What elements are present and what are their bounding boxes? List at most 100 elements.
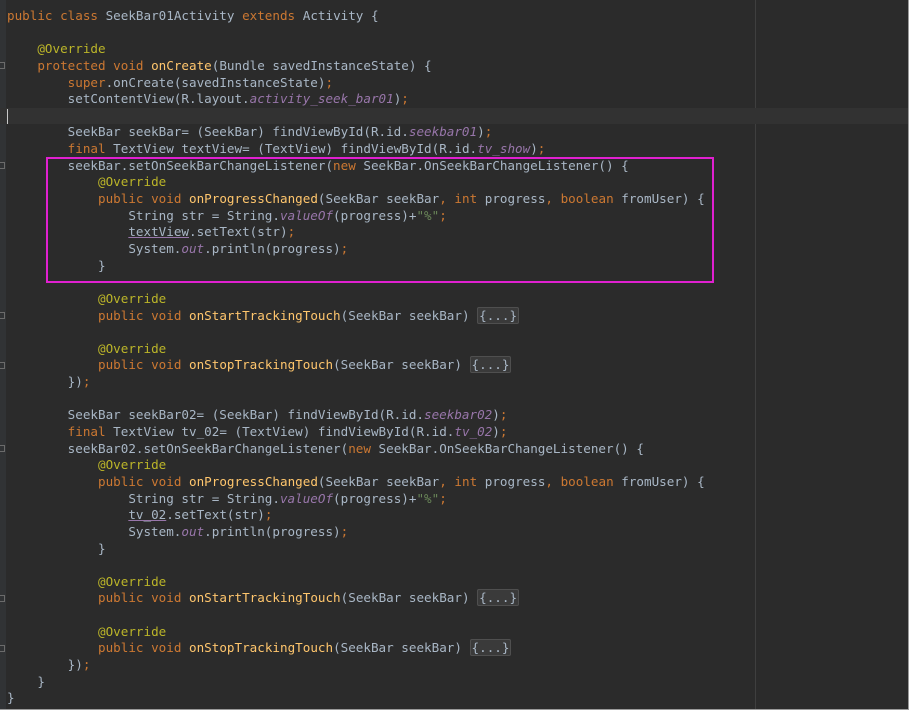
code-token: ) [492,407,500,423]
code-line[interactable]: public void onStartTrackingTouch(SeekBar… [0,306,908,325]
fold-marker-icon[interactable] [0,361,5,369]
code-line[interactable]: @Override [0,341,908,358]
code-token: public void [98,307,189,323]
code-token: valueOf [279,207,334,223]
code-line[interactable] [0,25,908,42]
code-line[interactable] [0,391,908,408]
code-token: } [7,540,106,556]
code-line[interactable]: @Override [0,624,908,641]
code-token: extends [242,8,303,23]
code-token: seekBar.setOnSeekBarChangeListener( [7,157,334,173]
code-line[interactable]: SeekBar seekBar02= (SeekBar) findViewByI… [0,407,908,424]
code-area[interactable]: public class SeekBar01Activity extends A… [0,8,908,707]
code-token: @Override [98,174,167,190]
folded-code-placeholder[interactable]: {...} [477,589,520,607]
code-token: fromUser) { [621,473,705,489]
code-token: System. [7,523,182,539]
code-token: onCreate [151,57,212,73]
code-token: protected void [37,57,152,73]
code-line[interactable]: }); [0,657,908,674]
code-line[interactable] [0,274,908,291]
code-line[interactable]: public void onStopTrackingTouch(SeekBar … [0,639,908,657]
code-token: ; [439,490,447,506]
code-token: activity_seek_bar01 [249,91,394,107]
code-line[interactable]: SeekBar seekBar= (SeekBar) findViewById(… [0,124,908,141]
code-token: (SeekBar seekBar) [340,590,478,606]
code-line[interactable]: System.out.println(progress); [0,241,908,258]
code-line[interactable]: super.onCreate(savedInstanceState); [0,75,908,92]
code-token: public void [98,357,189,373]
code-line[interactable]: setContentView(R.layout.activity_seek_ba… [0,91,908,108]
code-token: SeekBar seekBar= (SeekBar) findViewById(… [7,124,409,140]
code-token: (Bundle savedInstanceState) { [211,57,432,73]
code-token: ; [264,507,273,523]
code-line[interactable]: seekBar02.setOnSeekBarChangeListener(new… [0,441,908,458]
code-line[interactable]: String str = String.valueOf(progress)+"%… [0,491,908,508]
code-line[interactable]: public void onProgressChanged(SeekBar se… [0,191,908,208]
code-token: }) [7,374,83,390]
code-line[interactable] [0,324,908,341]
code-token: , [439,191,455,207]
folded-code-placeholder[interactable]: {...} [469,639,512,657]
folded-code-placeholder[interactable]: {...} [469,356,512,374]
code-line[interactable]: final TextView tv_02= (TextView) findVie… [0,424,908,441]
code-line[interactable]: } [0,674,908,691]
code-line[interactable]: protected void onCreate(Bundle savedInst… [0,58,908,75]
code-line[interactable]: tv_02.setText(str); [0,507,908,524]
code-editor[interactable]: public class SeekBar01Activity extends A… [0,0,909,710]
code-token: progress [484,191,546,207]
code-line[interactable] [0,107,908,125]
fold-marker-icon[interactable] [0,61,5,69]
code-token: ; [401,91,409,107]
code-line[interactable]: public class SeekBar01Activity extends A… [0,8,908,25]
code-line[interactable]: public void onStartTrackingTouch(SeekBar… [0,589,908,607]
code-line[interactable]: } [0,690,908,707]
code-line[interactable]: final TextView textView= (TextView) find… [0,141,908,158]
code-token: onStartTrackingTouch [189,590,341,606]
code-line[interactable]: seekBar.setOnSeekBarChangeListener(new S… [0,158,908,175]
code-token: seekbar02 [424,407,493,423]
code-token: "%" [416,207,440,223]
fold-marker-icon[interactable] [0,444,5,452]
code-token: (SeekBar seekBar) [333,357,470,373]
code-token: String str = String. [7,490,280,506]
code-token: int [454,191,485,207]
code-line[interactable]: public void onStopTrackingTouch(SeekBar … [0,356,908,374]
code-token: SeekBar seekBar02= (SeekBar) findViewByI… [7,407,425,423]
code-line[interactable]: @Override [0,41,908,58]
code-token: "%" [416,490,440,506]
code-token: .setText(str) [189,224,288,240]
code-line[interactable]: System.out.println(progress); [0,524,908,541]
fold-marker-icon[interactable] [0,311,5,319]
code-token: public void [98,640,189,656]
code-line[interactable]: @Override [0,574,908,591]
code-token: ; [484,124,493,140]
code-line[interactable]: @Override [0,457,908,474]
code-line[interactable]: @Override [0,174,908,191]
code-token: TextView textView= (TextView) findViewBy… [113,141,478,157]
code-line[interactable]: String str = String.valueOf(progress)+"%… [0,208,908,225]
fold-marker-icon[interactable] [0,594,5,602]
code-line[interactable]: @Override [0,291,908,308]
folded-code-placeholder[interactable]: {...} [477,306,520,324]
code-line[interactable] [0,607,908,624]
code-line[interactable] [0,557,908,574]
code-token: SeekBar01Activity [105,8,243,23]
code-line[interactable]: public void onProgressChanged(SeekBar se… [0,474,908,491]
fold-marker-icon[interactable] [0,161,5,169]
code-line[interactable]: } [0,258,908,275]
code-line[interactable]: textView.setText(str); [0,224,908,241]
fold-marker-icon[interactable] [0,644,5,652]
code-line[interactable]: }); [0,374,908,391]
code-token: setContentView(R.layout. [7,91,250,107]
code-token: System. [7,240,182,256]
code-token: Activity { [302,8,379,23]
code-line[interactable]: } [0,541,908,558]
